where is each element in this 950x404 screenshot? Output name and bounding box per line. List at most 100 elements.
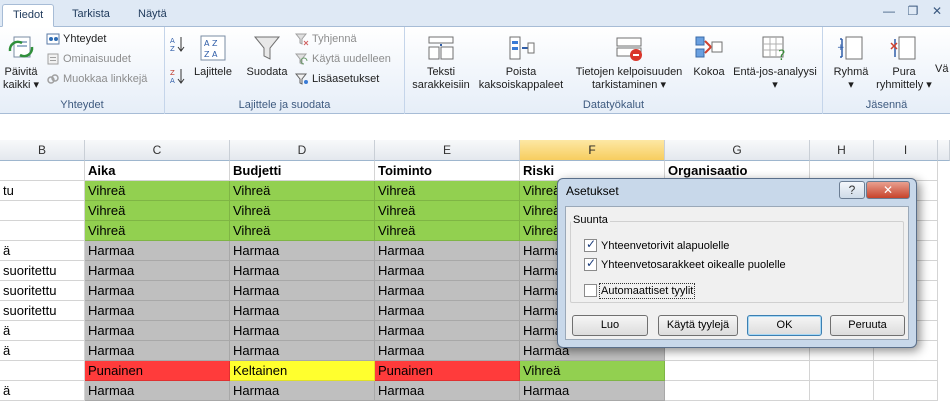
cell-c7[interactable]: Harmaa xyxy=(85,281,230,301)
column-header-h[interactable]: H xyxy=(810,140,874,161)
cols-right-checkbox[interactable]: Yhteenvetosarakkeet oikealle puolelle xyxy=(584,256,786,271)
tab-nayta[interactable]: Näytä xyxy=(128,4,177,27)
filter-button[interactable]: Suodata xyxy=(243,33,291,79)
cell-e5[interactable]: Harmaa xyxy=(375,241,520,261)
column-header-j[interactable] xyxy=(938,140,950,161)
column-header-c[interactable]: C xyxy=(85,140,230,161)
cell-e6[interactable]: Harmaa xyxy=(375,261,520,281)
tab-tarkista[interactable]: Tarkista xyxy=(62,4,120,27)
auto-styles-check-icon[interactable] xyxy=(584,284,597,297)
cell-e3[interactable]: Vihreä xyxy=(375,201,520,221)
connections-button[interactable]: Yhteydet xyxy=(46,32,106,46)
cell-d11[interactable]: Keltainen xyxy=(230,361,375,381)
cell-e8[interactable]: Harmaa xyxy=(375,301,520,321)
cell-d12[interactable]: Harmaa xyxy=(230,381,375,401)
cell-b7[interactable]: suoritettu xyxy=(0,281,85,301)
cell-b8[interactable]: suoritettu xyxy=(0,301,85,321)
cell-b9[interactable]: ä xyxy=(0,321,85,341)
sort-az-button[interactable]: AZ xyxy=(169,35,187,57)
cell-h11[interactable] xyxy=(810,361,874,381)
close-icon[interactable]: ✕ xyxy=(930,4,944,18)
rows-below-check-icon[interactable] xyxy=(584,237,597,252)
cell-e12[interactable]: Harmaa xyxy=(375,381,520,401)
properties-button[interactable]: Ominaisuudet xyxy=(46,52,131,66)
cell-i11[interactable] xyxy=(874,361,938,381)
cell-b4[interactable] xyxy=(0,221,85,241)
clear-filter-button[interactable]: Tyhjennä xyxy=(294,32,357,46)
sort-button[interactable]: A Z Z A Lajittele xyxy=(191,33,235,79)
cell-d6[interactable]: Harmaa xyxy=(230,261,375,281)
cell-d2[interactable]: Vihreä xyxy=(230,181,375,201)
restore-icon[interactable]: ❐ xyxy=(906,4,920,18)
cell-b3[interactable] xyxy=(0,201,85,221)
reapply-button[interactable]: Käytä uudelleen xyxy=(294,52,391,66)
advanced-filter-button[interactable]: Lisäasetukset xyxy=(294,72,379,86)
cell-e4[interactable]: Vihreä xyxy=(375,221,520,241)
remove-duplicates-button[interactable]: Poista kaksoiskappaleet xyxy=(475,33,567,92)
cell-c2[interactable]: Vihreä xyxy=(85,181,230,201)
column-header-e[interactable]: E xyxy=(375,140,520,161)
minimize-icon[interactable]: — xyxy=(882,4,896,18)
cell-d8[interactable]: Harmaa xyxy=(230,301,375,321)
cell-c12[interactable]: Harmaa xyxy=(85,381,230,401)
cell-c4[interactable]: Vihreä xyxy=(85,221,230,241)
auto-styles-checkbox[interactable]: Automaattiset tyylit xyxy=(584,282,696,299)
column-header-b[interactable]: B xyxy=(0,140,85,161)
column-header-g[interactable]: G xyxy=(665,140,810,161)
refresh-all-button[interactable]: Päivitä kaikki ▾ xyxy=(2,33,40,92)
cell-d3[interactable]: Vihreä xyxy=(230,201,375,221)
sort-za-button[interactable]: ZA xyxy=(169,67,187,89)
text-to-columns-button[interactable]: Teksti sarakkeisiin xyxy=(409,33,473,92)
consolidate-button[interactable]: Kokoa xyxy=(689,33,729,79)
cell-e11[interactable]: Punainen xyxy=(375,361,520,381)
cell-b5[interactable]: ä xyxy=(0,241,85,261)
cell-e9[interactable]: Harmaa xyxy=(375,321,520,341)
edit-links-button[interactable]: Muokkaa linkkejä xyxy=(46,72,147,86)
cell-b2[interactable]: tu xyxy=(0,181,85,201)
cols-right-check-icon[interactable] xyxy=(584,256,597,271)
cell-d5[interactable]: Harmaa xyxy=(230,241,375,261)
dialog-close-icon[interactable]: ✕ xyxy=(866,181,910,199)
cell-f12[interactable]: Harmaa xyxy=(520,381,665,401)
cell-b10[interactable]: ä xyxy=(0,341,85,361)
cell-d1[interactable]: Budjetti xyxy=(230,161,375,181)
cell-c3[interactable]: Vihreä xyxy=(85,201,230,221)
cell-f11[interactable]: Vihreä xyxy=(520,361,665,381)
column-header-i[interactable]: I xyxy=(874,140,938,161)
cell-b12[interactable]: ä xyxy=(0,381,85,401)
help-icon[interactable]: ? xyxy=(839,181,865,199)
cell-g12[interactable] xyxy=(665,381,810,401)
cell-b6[interactable]: suoritettu xyxy=(0,261,85,281)
column-header-f[interactable]: F xyxy=(520,140,665,161)
cell-e2[interactable]: Vihreä xyxy=(375,181,520,201)
apply-styles-button[interactable]: Käytä tyylejä xyxy=(658,315,738,336)
cell-c9[interactable]: Harmaa xyxy=(85,321,230,341)
cell-c8[interactable]: Harmaa xyxy=(85,301,230,321)
cell-c11[interactable]: Punainen xyxy=(85,361,230,381)
cell-e10[interactable]: Harmaa xyxy=(375,341,520,361)
data-validation-button[interactable]: Tietojen kelpoisuuden tarkistaminen ▾ xyxy=(569,33,689,92)
subtotal-button[interactable]: Vä xyxy=(935,63,950,76)
cell-c1[interactable]: Aika xyxy=(85,161,230,181)
ok-button[interactable]: OK xyxy=(747,315,822,336)
ungroup-button[interactable]: Pura ryhmittely ▾ xyxy=(875,33,933,92)
cell-h12[interactable] xyxy=(810,381,874,401)
column-header-d[interactable]: D xyxy=(230,140,375,161)
cell-b11[interactable] xyxy=(0,361,85,381)
cell-c10[interactable]: Harmaa xyxy=(85,341,230,361)
tab-tiedot[interactable]: Tiedot xyxy=(2,4,55,27)
cell-e1[interactable]: Toiminto xyxy=(375,161,520,181)
cell-b1[interactable] xyxy=(0,161,85,181)
cell-g11[interactable] xyxy=(665,361,810,381)
cell-i12[interactable] xyxy=(874,381,938,401)
cell-d10[interactable]: Harmaa xyxy=(230,341,375,361)
cell-c5[interactable]: Harmaa xyxy=(85,241,230,261)
cell-c6[interactable]: Harmaa xyxy=(85,261,230,281)
rows-below-checkbox[interactable]: Yhteenvetorivit alapuolelle xyxy=(584,237,729,252)
create-button[interactable]: Luo xyxy=(572,315,648,336)
cell-e7[interactable]: Harmaa xyxy=(375,281,520,301)
group-button[interactable]: + Ryhmä ▾ xyxy=(827,33,875,92)
cell-d4[interactable]: Vihreä xyxy=(230,221,375,241)
cell-d7[interactable]: Harmaa xyxy=(230,281,375,301)
cell-d9[interactable]: Harmaa xyxy=(230,321,375,341)
